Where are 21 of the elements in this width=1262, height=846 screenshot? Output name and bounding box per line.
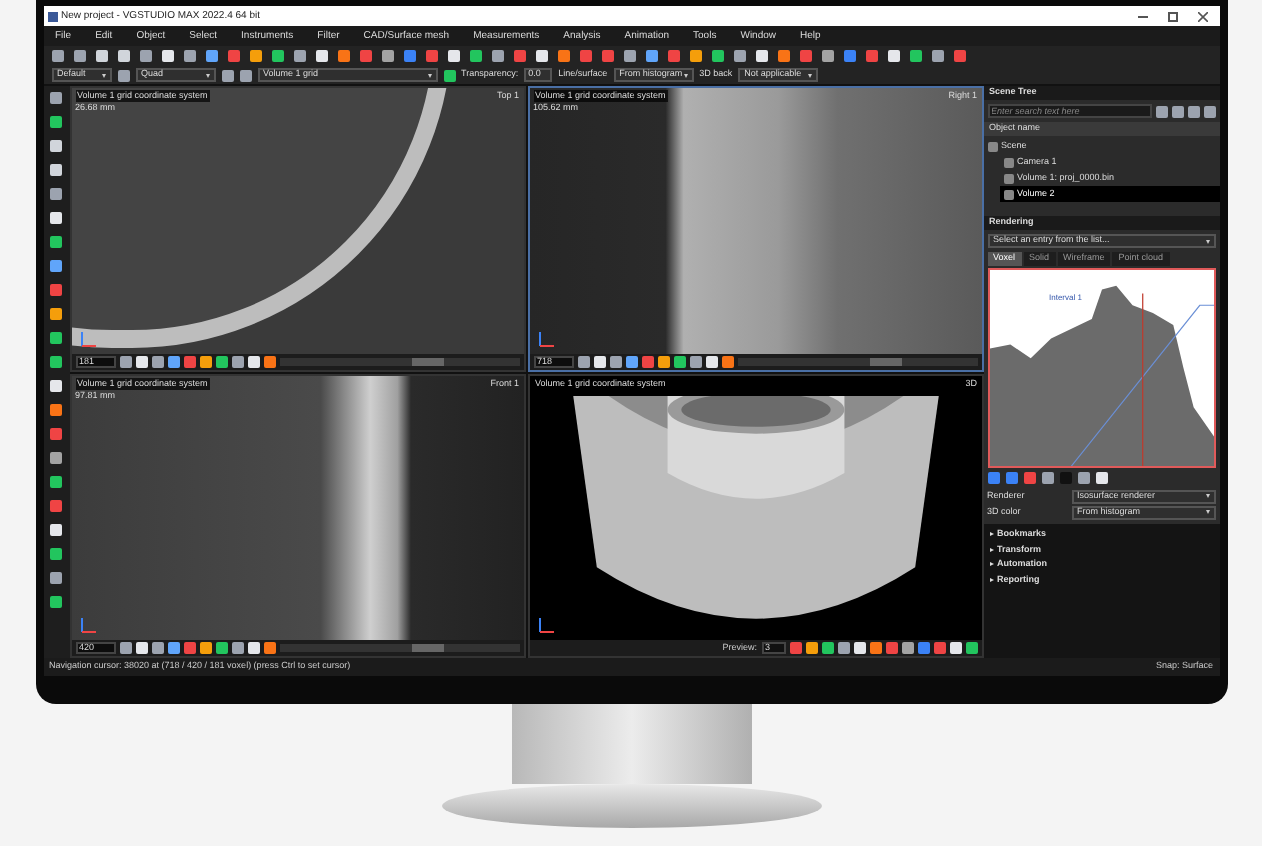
close-icon[interactable] (1197, 11, 1207, 21)
caret-icon (1205, 510, 1209, 514)
caret-icon (101, 73, 105, 77)
expand-arrow-icon[interactable] (989, 547, 993, 552)
caret-icon (683, 73, 688, 77)
expand-arrow-icon[interactable] (989, 532, 993, 537)
minimize-icon[interactable] (1137, 15, 1147, 17)
caret-icon (205, 73, 209, 77)
axis-icon (537, 614, 557, 634)
axis-icon (79, 327, 99, 347)
caret-icon (1205, 494, 1209, 498)
caret-icon (808, 73, 813, 77)
expand-arrow-icon[interactable] (989, 577, 993, 582)
maximize-icon[interactable] (1167, 11, 1177, 21)
caret-icon (1205, 239, 1209, 243)
axis-icon (79, 614, 99, 634)
app-icon (47, 11, 57, 21)
caret-icon (427, 73, 431, 77)
slice-scrollbar[interactable] (737, 357, 977, 365)
axis-icon (537, 327, 557, 347)
expand-arrow-icon[interactable] (989, 562, 993, 567)
